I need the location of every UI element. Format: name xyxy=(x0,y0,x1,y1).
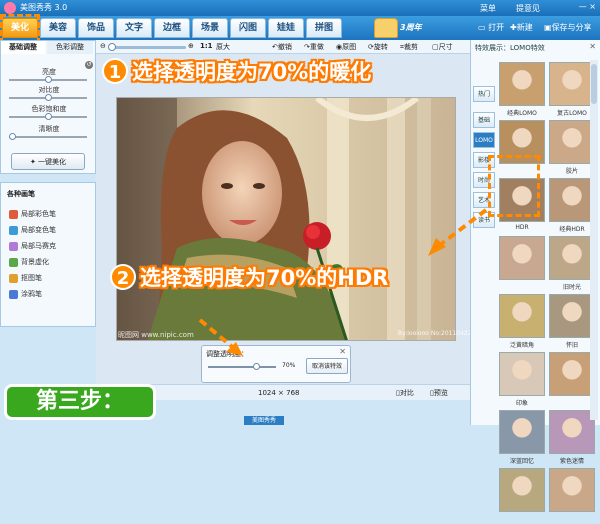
effect-thumbnail xyxy=(499,468,545,512)
arrow-to-hdr-line xyxy=(434,208,488,250)
arrow-to-transparency-line xyxy=(198,318,238,352)
step-1-number: 1 xyxy=(102,58,128,84)
effect-thumbnail xyxy=(549,468,595,512)
step-2-text: 选择透明度为70%的HDR xyxy=(140,266,389,290)
arrow-to-transparency-head xyxy=(226,342,243,356)
annotation-step-1: 1 选择透明度为70%的暖化 xyxy=(102,56,371,86)
effect-name: 紫色迷情 xyxy=(559,458,584,465)
effect-name: 深蓝回忆 xyxy=(509,458,534,465)
taskbar-tab[interactable]: 美图秀秀 xyxy=(244,416,284,425)
effect-item[interactable] xyxy=(499,468,545,524)
annotation-step-2: 2 选择透明度为70%的HDR xyxy=(110,262,388,292)
step-1-text: 选择透明度为70%的暖化 xyxy=(132,60,372,84)
step-badge: 第三步： xyxy=(4,384,156,420)
effect-item[interactable] xyxy=(549,468,595,524)
step-2-number: 2 xyxy=(110,264,136,290)
